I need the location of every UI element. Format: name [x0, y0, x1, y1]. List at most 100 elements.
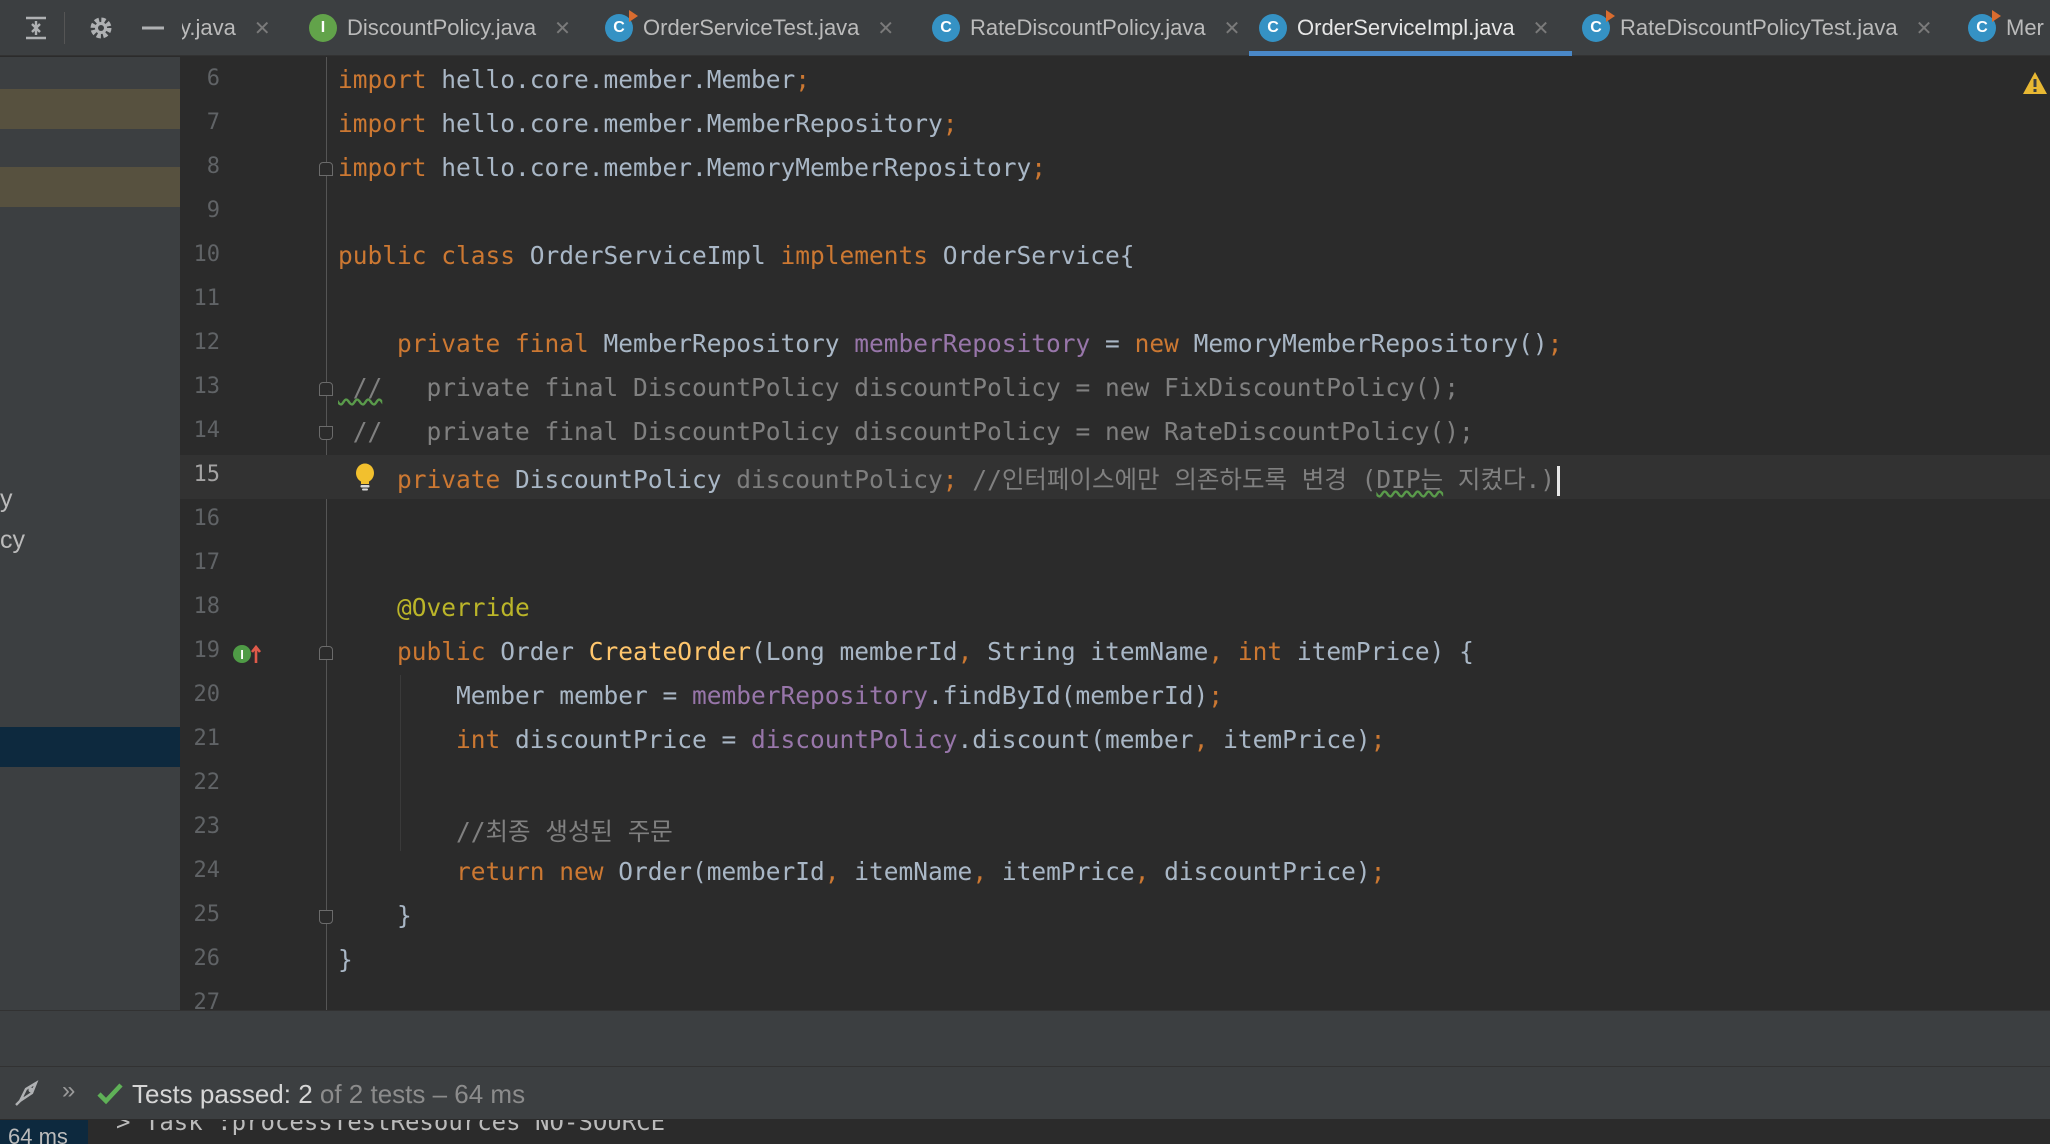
- minimize-icon[interactable]: [135, 10, 171, 46]
- code-line[interactable]: 24 return new Order(memberId, itemName, …: [180, 851, 2050, 895]
- code-editor[interactable]: 6 import hello.core.member.Member; 7 imp…: [180, 57, 2050, 1010]
- tab-label: Mer: [2006, 15, 2044, 40]
- code-token: OrderService{: [942, 241, 1135, 270]
- class-name: OrderServiceImpl: [529, 241, 781, 270]
- comma: ,: [1208, 637, 1238, 666]
- fold-icon[interactable]: [319, 162, 333, 176]
- code-token: String itemName: [987, 637, 1209, 666]
- code-token: itemPrice): [1223, 725, 1371, 754]
- tool-window-splitter[interactable]: [0, 1010, 2050, 1066]
- line-number: 16: [193, 506, 221, 531]
- close-icon[interactable]: ✕: [1533, 16, 1550, 41]
- code-line[interactable]: 25 }: [180, 895, 2050, 939]
- code-line[interactable]: 27: [180, 983, 2050, 1010]
- code-line[interactable]: 19 I public Order CreateOrder(Long membe…: [180, 631, 2050, 675]
- tab-discount-policy[interactable]: I DiscountPolicy.java ✕: [299, 0, 571, 56]
- semicolon: ;: [1547, 329, 1563, 358]
- code-line[interactable]: 10 public class OrderServiceImpl impleme…: [180, 235, 2050, 279]
- run-tool-icon[interactable]: [12, 1079, 44, 1109]
- selected-row[interactable]: [0, 727, 180, 767]
- indent-guide: [400, 675, 401, 851]
- close-icon[interactable]: ✕: [1224, 16, 1241, 41]
- keyword: public class: [338, 241, 530, 270]
- code-token: .discount(member: [957, 725, 1194, 754]
- field-name: memberRepository: [854, 329, 1091, 358]
- line-number: 12: [193, 330, 221, 355]
- code-line[interactable]: 13 // private final DiscountPolicy disco…: [180, 367, 2050, 411]
- comment-marker: //: [338, 373, 383, 402]
- highlighted-row: [0, 167, 180, 207]
- type-name: Order: [500, 637, 589, 666]
- implementation-marker-icon[interactable]: I: [232, 641, 268, 667]
- line-number: 11: [193, 286, 221, 311]
- fold-icon[interactable]: [319, 646, 333, 660]
- code-token: discountPrice =: [515, 725, 752, 754]
- gear-icon[interactable]: [83, 10, 119, 46]
- highlighted-row: [0, 89, 180, 129]
- close-icon[interactable]: ✕: [254, 16, 271, 41]
- close-icon[interactable]: ✕: [1916, 16, 1933, 41]
- line-number: 20: [193, 682, 221, 707]
- tab-y-java[interactable]: y.java ✕: [182, 0, 271, 56]
- code-text: Member member = memberRepository.findByI…: [338, 681, 1223, 710]
- toolbar-divider: [64, 12, 65, 44]
- tab-rate-discount-policy-test[interactable]: C RateDiscountPolicyTest.java ✕: [1572, 0, 1932, 56]
- tab-order-service-impl[interactable]: C OrderServiceImpl.java ✕: [1249, 0, 1572, 56]
- code-line[interactable]: 23 //최종 생성된 주문: [180, 807, 2050, 851]
- tab-rate-discount-policy[interactable]: C RateDiscountPolicy.java ✕: [922, 0, 1240, 56]
- line-number: 17: [193, 550, 221, 575]
- class-icon: C: [1582, 10, 1615, 42]
- code-line[interactable]: 17: [180, 543, 2050, 587]
- code-line[interactable]: 7 import hello.core.member.MemberReposit…: [180, 103, 2050, 147]
- code-text: import hello.core.member.MemoryMemberRep…: [338, 153, 1046, 182]
- code-line[interactable]: 20 Member member = memberRepository.find…: [180, 675, 2050, 719]
- project-panel: y cy: [0, 57, 180, 1010]
- code-line[interactable]: 18 @Override: [180, 587, 2050, 631]
- code-line[interactable]: 16: [180, 499, 2050, 543]
- line-number: 25: [193, 902, 221, 927]
- fold-icon[interactable]: [319, 426, 333, 440]
- code-line[interactable]: 21 int discountPrice = discountPolicy.di…: [180, 719, 2050, 763]
- code-line[interactable]: 6 import hello.core.member.Member;: [180, 59, 2050, 103]
- code-line[interactable]: 12 private final MemberRepository member…: [180, 323, 2050, 367]
- code-line[interactable]: 22: [180, 763, 2050, 807]
- warning-icon[interactable]: [2022, 71, 2048, 95]
- tab-member-truncated[interactable]: C Mer: [1958, 0, 2044, 56]
- field-name: memberRepository: [692, 681, 929, 710]
- close-icon[interactable]: ✕: [554, 16, 571, 41]
- chevron-double-right-icon[interactable]: »: [62, 1077, 75, 1105]
- test-status-detail: of 2 tests – 64 ms: [312, 1079, 526, 1109]
- code-token: hello.core.member.MemoryMemberRepository: [426, 153, 1032, 182]
- code-line[interactable]: 14 // private final DiscountPolicy disco…: [180, 411, 2050, 455]
- project-item-label[interactable]: y: [0, 485, 13, 514]
- semicolon: ;: [942, 465, 973, 494]
- field-name: discountPolicy: [751, 725, 958, 754]
- collapse-all-icon[interactable]: [18, 10, 54, 46]
- fold-icon[interactable]: [319, 382, 333, 396]
- run-tool-bar: » Tests passed: 2 of 2 tests – 64 ms: [0, 1066, 2050, 1120]
- comment: 지켰다.): [1443, 465, 1556, 494]
- close-icon[interactable]: ✕: [877, 16, 894, 41]
- comment: //최종 생성된 주문: [338, 817, 673, 846]
- project-item-label[interactable]: cy: [0, 526, 25, 555]
- tab-order-service-test[interactable]: C OrderServiceTest.java ✕: [595, 0, 894, 56]
- code-text: return new Order(memberId, itemName, ite…: [338, 857, 1385, 886]
- code-line-current[interactable]: 15 private DiscountPolicy discountPolicy…: [180, 455, 2050, 499]
- semicolon: ;: [1031, 153, 1047, 182]
- code-token: Member member =: [338, 681, 693, 710]
- test-tree-selected-row[interactable]: 64 ms: [0, 1120, 88, 1144]
- code-line[interactable]: 26 }: [180, 939, 2050, 983]
- code-line[interactable]: 8 import hello.core.member.MemoryMemberR…: [180, 147, 2050, 191]
- code-text: public Order CreateOrder(Long memberId, …: [338, 637, 1474, 666]
- code-text: private DiscountPolicy discountPolicy; /…: [338, 461, 1561, 496]
- code-line[interactable]: 11: [180, 279, 2050, 323]
- comma: ,: [1134, 857, 1165, 886]
- code-text: import hello.core.member.MemberRepositor…: [338, 109, 958, 138]
- code-text: private final MemberRepository memberRep…: [338, 329, 1562, 358]
- text-caret: [1557, 466, 1561, 496]
- code-token: .findById(memberId): [928, 681, 1209, 710]
- code-line[interactable]: 9: [180, 191, 2050, 235]
- keyword: import: [338, 109, 427, 138]
- line-number: 23: [193, 814, 221, 839]
- fold-icon[interactable]: [319, 910, 333, 924]
